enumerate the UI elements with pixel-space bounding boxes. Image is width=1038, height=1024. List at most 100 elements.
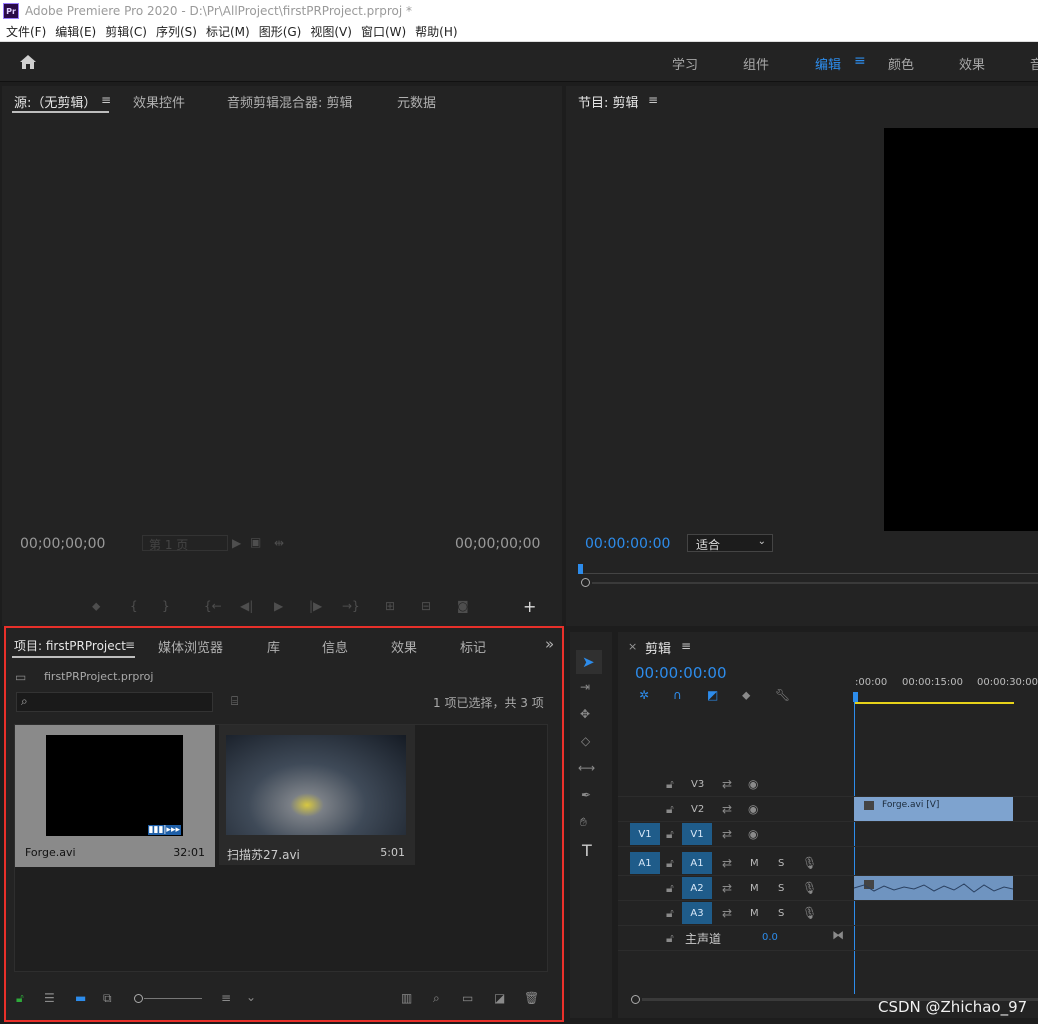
tab-metadata[interactable]: 元数据	[397, 92, 436, 111]
workspace-effects[interactable]: 效果	[959, 54, 985, 73]
play-icon[interactable]: ▶	[274, 599, 283, 613]
lock-icon[interactable]: 🔓︎	[666, 856, 674, 871]
mark-in-icon[interactable]: {	[130, 599, 138, 613]
workspace-color[interactable]: 颜色	[888, 54, 914, 73]
camera-icon[interactable]: ◙	[457, 599, 469, 613]
timeline-timecode[interactable]: 00:00:00:00	[635, 664, 727, 682]
add-button-icon[interactable]: +	[523, 597, 536, 616]
eye-icon[interactable]: ◉	[748, 777, 758, 791]
nest-icon[interactable]: ✲	[639, 688, 649, 702]
source-patch-v1[interactable]: V1	[630, 823, 660, 845]
go-to-out-icon[interactable]: →}	[342, 599, 360, 613]
program-timecode[interactable]: 00:00:00:00	[585, 536, 670, 552]
menu-graphics[interactable]: 图形(G)	[259, 23, 302, 40]
menu-help[interactable]: 帮助(H)	[415, 23, 457, 40]
menu-sequence[interactable]: 序列(S)	[156, 23, 197, 40]
program-ruler[interactable]	[580, 564, 1038, 574]
step-forward-icon[interactable]: |▶	[309, 599, 322, 613]
work-area-bar[interactable]	[855, 702, 1014, 704]
track-target-a2[interactable]: A2	[682, 877, 712, 899]
timeline-menu-icon[interactable]: ≡	[681, 639, 691, 653]
lock-icon[interactable]: 🔓︎	[666, 827, 674, 842]
linked-selection-icon[interactable]: ◩	[707, 688, 718, 702]
insert-icon[interactable]: ⊞	[385, 599, 395, 613]
microphone-icon[interactable]: 🎙︎	[802, 906, 817, 920]
program-zoom-bar[interactable]	[592, 582, 1038, 584]
toggle-sync-icon[interactable]: ⇄	[722, 906, 732, 920]
lock-icon[interactable]: 🔓︎	[666, 906, 674, 921]
workspace-learn[interactable]: 学习	[672, 54, 698, 73]
timeline-title[interactable]: 剪辑	[645, 638, 671, 657]
hand-icon[interactable]: ✋︎	[580, 815, 587, 830]
home-icon[interactable]	[19, 54, 37, 70]
tab-audio-clip-mixer[interactable]: 音频剪辑混合器: 剪辑	[227, 92, 353, 111]
type-tool-icon[interactable]: T	[582, 841, 592, 860]
ripple-edit-icon[interactable]: ✥	[580, 707, 590, 721]
source-menu-icon[interactable]: ≡	[101, 93, 111, 107]
lock-icon[interactable]: 🔓︎	[666, 881, 674, 896]
video-clip[interactable]: Forge.avi [V]	[854, 797, 1013, 821]
fit-dropdown[interactable]: 适合 ⌄	[687, 534, 773, 552]
toggle-sync-icon[interactable]: ⇄	[722, 777, 732, 791]
snap-magnet-icon[interactable]: ∩	[673, 688, 682, 702]
add-marker-icon[interactable]: ⬥	[742, 688, 750, 703]
source-patch-a1[interactable]: A1	[630, 852, 660, 874]
toggle-sync-icon[interactable]: ⇄	[722, 856, 732, 870]
program-playhead[interactable]	[578, 564, 583, 574]
marker-icon[interactable]: ⬥	[92, 599, 100, 614]
menu-window[interactable]: 窗口(W)	[361, 23, 406, 40]
playhead-handle[interactable]	[853, 692, 858, 702]
microphone-icon[interactable]: 🎙︎	[802, 881, 817, 895]
toggle-sync-icon[interactable]: ⇄	[722, 827, 732, 841]
slip-icon[interactable]: ⟷	[578, 761, 595, 775]
eye-icon[interactable]: ◉	[748, 802, 758, 816]
master-volume[interactable]: 0.0	[762, 932, 778, 943]
mute-button[interactable]: M	[750, 883, 759, 894]
track-select-icon[interactable]: ⇥	[580, 680, 590, 694]
source-timecode-right[interactable]: 00;00;00;00	[455, 536, 540, 552]
tab-source[interactable]: 源:（无剪辑）	[14, 92, 96, 111]
lock-icon[interactable]: 🔓︎	[666, 931, 674, 946]
audio-clip[interactable]	[854, 876, 1013, 900]
lock-icon[interactable]: 🔓︎	[666, 777, 674, 792]
microphone-icon[interactable]: 🎙︎	[802, 856, 817, 870]
overwrite-icon[interactable]: ⊟	[421, 599, 431, 613]
track-target-a1[interactable]: A1	[682, 852, 712, 874]
source-timecode-left[interactable]: 00;00;00;00	[20, 536, 105, 552]
step-back-icon[interactable]: ◀|	[240, 599, 253, 613]
solo-button[interactable]: S	[778, 883, 784, 894]
track-target-a3[interactable]: A3	[682, 902, 712, 924]
wrench-icon[interactable]: 🔧︎	[775, 688, 790, 702]
timeline-zoom-handle[interactable]	[631, 995, 640, 1004]
pen-icon[interactable]: ✒	[581, 788, 591, 802]
eye-icon[interactable]: ◉	[748, 827, 758, 841]
go-to-end-icon[interactable]: ⧓	[832, 928, 844, 942]
solo-button[interactable]: S	[778, 858, 784, 869]
mute-button[interactable]: M	[750, 858, 759, 869]
tab-effect-controls[interactable]: 效果控件	[133, 92, 185, 111]
solo-button[interactable]: S	[778, 908, 784, 919]
menu-markers[interactable]: 标记(M)	[206, 23, 250, 40]
menu-clip[interactable]: 剪辑(C)	[105, 23, 147, 40]
program-title[interactable]: 节目: 剪辑	[578, 92, 639, 111]
workspace-audio[interactable]: 音	[1030, 54, 1038, 73]
mute-button[interactable]: M	[750, 908, 759, 919]
zoom-handle[interactable]	[581, 578, 590, 587]
workspace-assembly[interactable]: 组件	[743, 54, 769, 73]
razor-icon[interactable]: ◇	[581, 734, 590, 748]
menu-view[interactable]: 视图(V)	[310, 23, 352, 40]
go-to-in-icon[interactable]: {←	[204, 599, 222, 613]
program-menu-icon[interactable]: ≡	[648, 93, 658, 107]
workspace-menu-icon[interactable]: ≡	[854, 53, 866, 69]
page-dropdown[interactable]: 第 1 页	[142, 535, 228, 552]
lock-icon[interactable]: 🔓︎	[666, 802, 674, 817]
toggle-sync-icon[interactable]: ⇄	[722, 881, 732, 895]
toggle-sync-icon[interactable]: ⇄	[722, 802, 732, 816]
mark-out-icon[interactable]: }	[162, 599, 170, 613]
menu-file[interactable]: 文件(F)	[6, 23, 46, 40]
menu-edit[interactable]: 编辑(E)	[55, 23, 96, 40]
track-target-v1[interactable]: V1	[682, 823, 712, 845]
close-icon[interactable]: ×	[628, 640, 637, 653]
workspace-editing[interactable]: 编辑	[815, 54, 841, 73]
selection-tool[interactable]: ➤	[576, 650, 602, 674]
